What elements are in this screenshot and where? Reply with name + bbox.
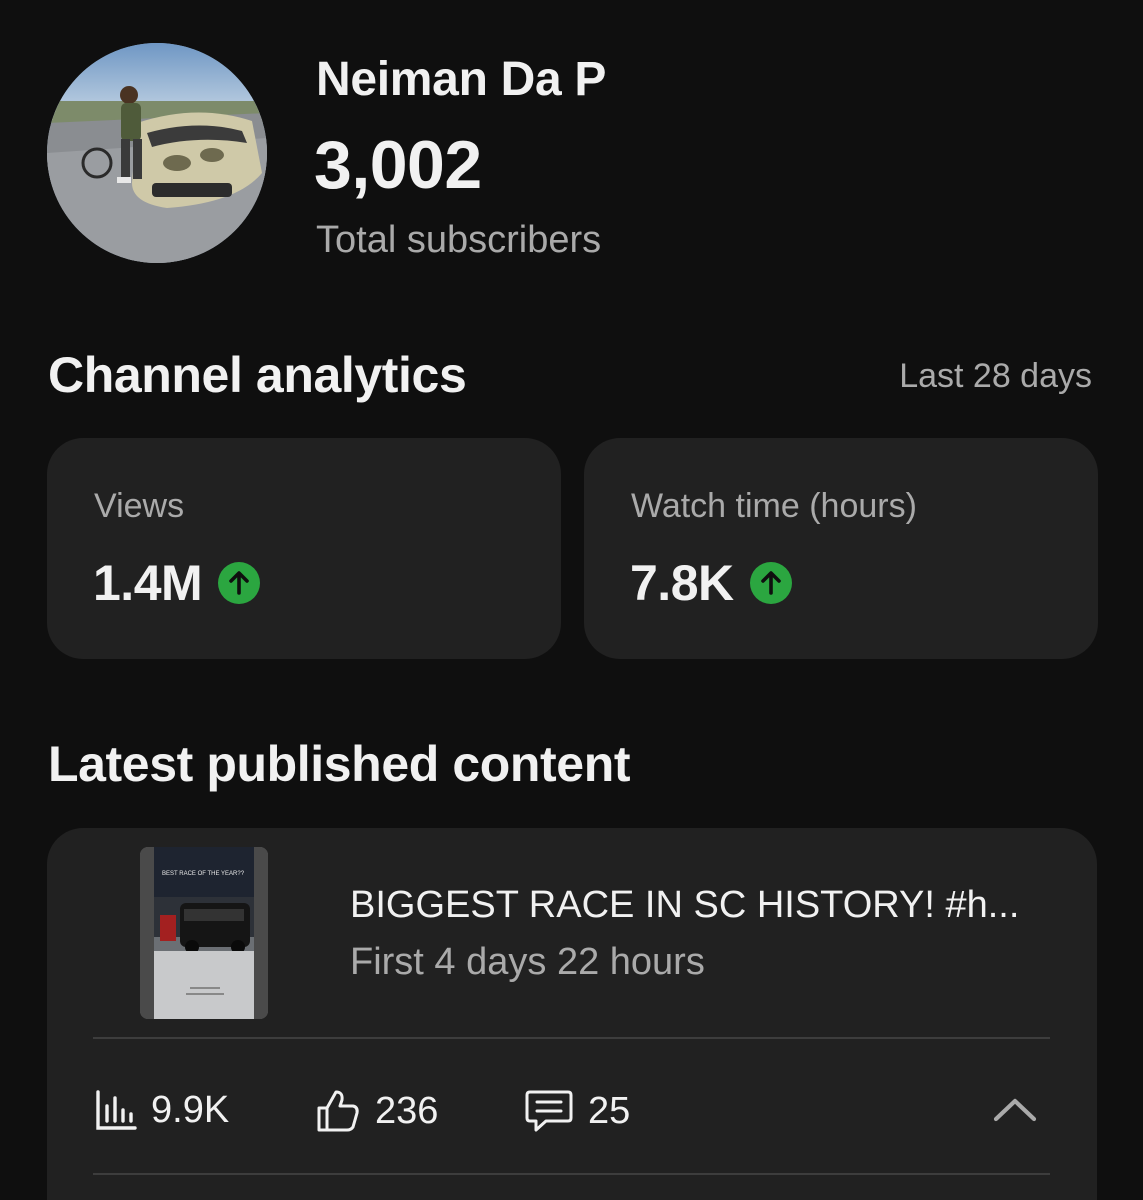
chevron-up-icon: [993, 1098, 1037, 1122]
analytics-period: Last 28 days: [899, 357, 1092, 395]
latest-content-title: Latest published content: [48, 736, 631, 792]
video-views-value: 9.9K: [151, 1088, 230, 1131]
video-comments-stat: 25: [524, 1088, 630, 1134]
trend-up-icon: [749, 562, 792, 604]
collapse-button[interactable]: [987, 1088, 1043, 1132]
watch-time-value: 7.8K: [630, 555, 734, 611]
channel-avatar[interactable]: [47, 43, 267, 263]
subscriber-label: Total subscribers: [316, 219, 602, 261]
comment-icon: [525, 1090, 573, 1132]
video-likes-value: 236: [375, 1089, 439, 1132]
channel-analytics-title: Channel analytics: [48, 347, 467, 403]
divider: [93, 1173, 1050, 1175]
video-views-stat: 9.9K: [93, 1088, 229, 1132]
trend-up-icon: [218, 562, 261, 604]
video-title[interactable]: BIGGEST RACE IN SC HISTORY! #h...: [350, 884, 1019, 927]
latest-video-card[interactable]: BEST RACE OF THE YEAR?? BIGGEST RACE IN …: [47, 828, 1097, 1200]
views-value: 1.4M: [93, 555, 203, 611]
divider: [93, 1037, 1050, 1039]
watch-time-label: Watch time (hours): [631, 487, 917, 525]
video-likes-stat: 236: [315, 1088, 438, 1134]
watch-time-card[interactable]: Watch time (hours) 7.8K: [584, 438, 1098, 659]
channel-avatar-photo: [47, 43, 267, 263]
bar-chart-icon: [96, 1090, 137, 1130]
subscriber-count: 3,002: [314, 127, 482, 203]
video-period: First 4 days 22 hours: [350, 941, 705, 983]
views-label: Views: [94, 487, 185, 525]
views-card[interactable]: Views 1.4M: [47, 438, 561, 659]
thumbnail-caption: BEST RACE OF THE YEAR??: [162, 871, 245, 877]
video-thumbnail[interactable]: BEST RACE OF THE YEAR??: [140, 847, 268, 1019]
channel-name: Neiman Da P: [316, 53, 607, 106]
video-comments-value: 25: [588, 1089, 631, 1132]
thumbs-up-icon: [317, 1090, 359, 1132]
